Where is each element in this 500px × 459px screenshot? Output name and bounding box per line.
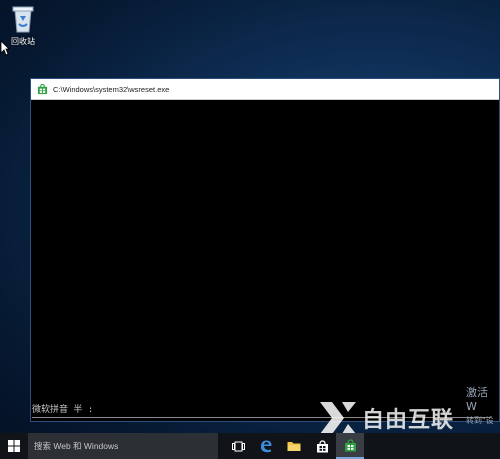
site-watermark: 自由互联 (318, 398, 454, 438)
console-title: C:\Windows\system32\wsreset.exe (53, 84, 170, 94)
console-titlebar[interactable]: C:\Windows\system32\wsreset.exe (31, 79, 499, 100)
recycle-bin-icon (12, 6, 34, 33)
shopping-bag-icon (316, 439, 328, 452)
activation-line1: 激活 W (466, 386, 488, 413)
watermark-text: 自由互联 (362, 408, 455, 433)
store-app-running-button[interactable] (336, 433, 364, 459)
desktop-icon-label: 回收站 (11, 37, 35, 46)
search-placeholder: 搜索 Web 和 Windows (34, 441, 119, 451)
start-button[interactable] (0, 433, 28, 459)
watermark-logo-icon (320, 402, 356, 434)
task-view-icon (231, 441, 245, 451)
mouse-pointer-icon (0, 40, 10, 56)
edge-icon (261, 440, 272, 453)
activation-notice: 激活 W 转到"设 (466, 386, 500, 428)
store-icon (37, 83, 48, 94)
file-explorer-button[interactable] (280, 433, 308, 459)
desktop-icon-recycle-bin[interactable]: 回收站 (6, 4, 40, 47)
store-green-icon (344, 438, 356, 451)
task-view-button[interactable] (224, 433, 252, 459)
console-window[interactable]: C:\Windows\system32\wsreset.exe 微软拼音 半 : (30, 78, 500, 422)
folder-icon (287, 442, 301, 451)
activation-line2: 转到"设 (466, 416, 494, 425)
windows-logo-icon (8, 440, 20, 452)
store-button[interactable] (308, 433, 336, 459)
taskbar-search-box[interactable]: 搜索 Web 和 Windows (28, 433, 218, 459)
edge-button[interactable] (252, 433, 280, 459)
taskbar: 搜索 Web 和 Windows (0, 433, 500, 459)
